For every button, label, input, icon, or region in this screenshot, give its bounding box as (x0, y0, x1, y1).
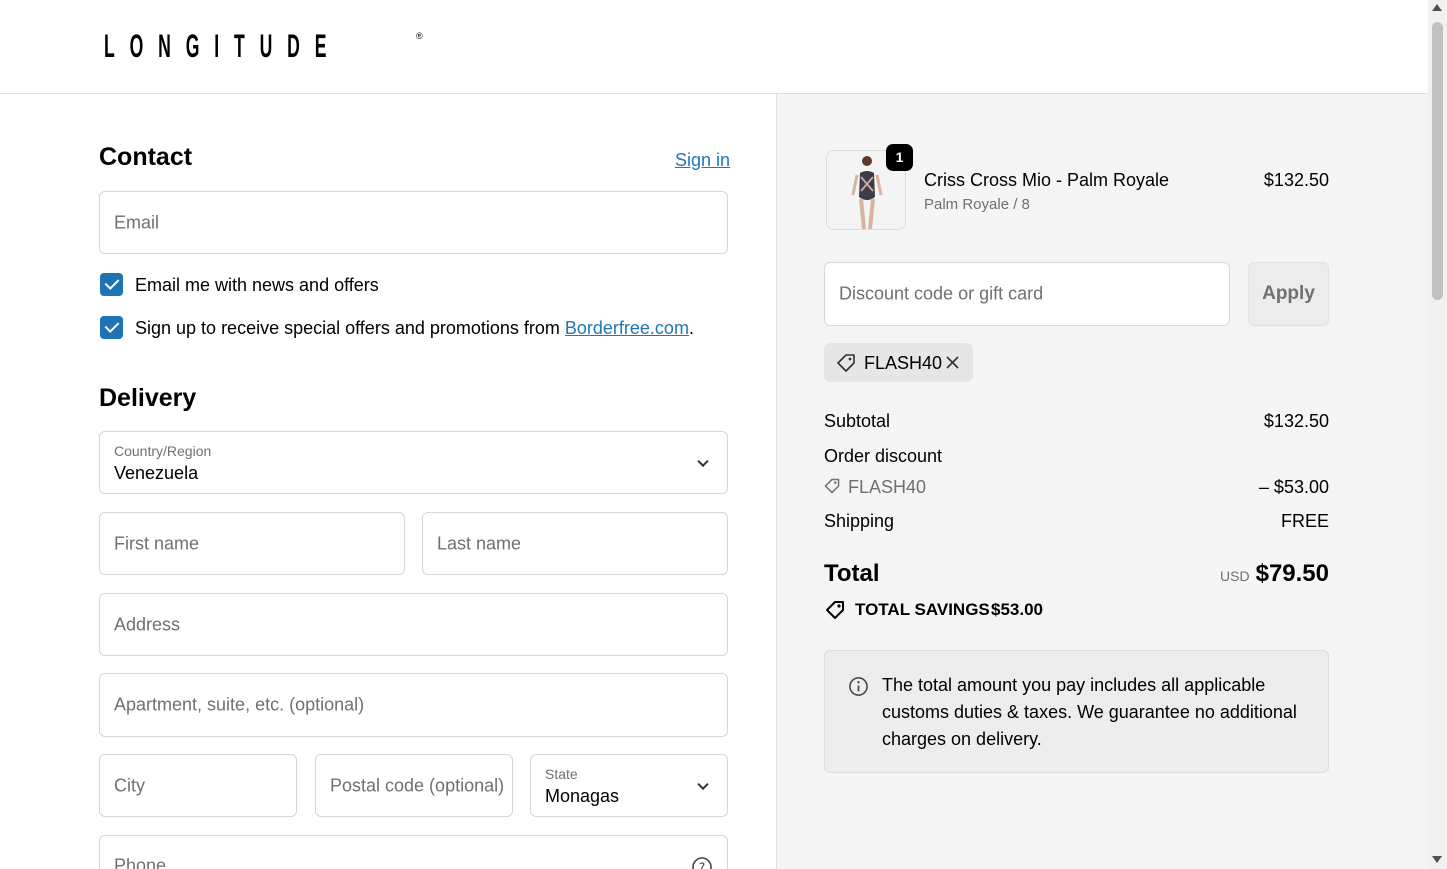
order-discount-label: Order discount (824, 446, 943, 466)
city-placeholder: City (114, 775, 145, 795)
tag-icon (824, 478, 840, 494)
discount-code-input[interactable]: Discount code or gift card (824, 262, 1230, 326)
first-name-placeholder: First name (114, 533, 200, 553)
email-field[interactable]: Email (99, 191, 728, 254)
phone-placeholder: Phone (114, 855, 167, 869)
address-field[interactable]: Address (99, 593, 728, 656)
product-name: Criss Cross Mio - Palm Royale (924, 170, 1170, 190)
scrollbar[interactable] (1428, 0, 1447, 869)
product-price: $132.50 (1263, 170, 1329, 190)
quantity-badge: 1 (886, 144, 913, 171)
header: LONGITUDE ® (0, 0, 1428, 94)
discount-chip: FLASH40 (824, 343, 973, 382)
order-discount-code: FLASH40 (848, 477, 927, 497)
registered-mark: ® (416, 31, 423, 41)
shipping-value: FREE (1280, 511, 1329, 531)
country-value: Venezuela (114, 463, 199, 483)
state-value: Monagas (545, 786, 620, 806)
address-placeholder: Address (114, 614, 181, 634)
total-label: Total (824, 560, 880, 587)
news-checkbox[interactable] (100, 273, 123, 296)
apartment-field[interactable]: Apartment, suite, etc. (optional) (99, 673, 728, 737)
duties-info-box: The total amount you pay includes all ap… (824, 650, 1329, 773)
product-variant: Palm Royale / 8 (924, 196, 1030, 213)
help-icon[interactable]: ? (691, 856, 713, 869)
news-checkbox-label: Email me with news and offers (135, 275, 379, 295)
email-placeholder: Email (114, 212, 160, 232)
offers-text: Sign up to receive special offers and pr… (135, 318, 565, 338)
last-name-field[interactable]: Last name (422, 512, 728, 575)
offers-checkbox[interactable] (100, 316, 123, 339)
subtotal-label: Subtotal (824, 411, 891, 431)
last-name-placeholder: Last name (437, 533, 522, 553)
currency-code: USD (1220, 568, 1250, 584)
info-icon (849, 677, 868, 696)
order-discount-value: – $53.00 (1258, 477, 1329, 497)
total-value: $79.50 (1255, 560, 1329, 587)
savings-tag-icon (826, 601, 844, 619)
scroll-down-arrow-icon[interactable] (1432, 856, 1442, 863)
country-select[interactable]: Country/Region Venezuela (99, 431, 728, 494)
total-savings-value: $53.00 (991, 600, 1043, 619)
chevron-down-icon (697, 778, 709, 790)
shipping-label: Shipping (824, 511, 895, 531)
delivery-heading: Delivery (99, 384, 197, 412)
state-label: State (545, 766, 578, 782)
scrollbar-thumb[interactable] (1432, 22, 1443, 300)
country-label: Country/Region (114, 443, 212, 459)
subtotal-value: $132.50 (1263, 411, 1329, 431)
sign-in-link[interactable]: Sign in (675, 150, 730, 171)
postal-code-field[interactable]: Postal code (optional) (315, 754, 513, 817)
apartment-placeholder: Apartment, suite, etc. (optional) (114, 694, 365, 715)
city-field[interactable]: City (99, 754, 297, 817)
svg-text:?: ? (699, 861, 705, 869)
discount-placeholder: Discount code or gift card (839, 283, 1044, 304)
borderfree-link[interactable]: Borderfree.com (565, 318, 689, 338)
duties-info-text: The total amount you pay includes all ap… (882, 675, 1297, 749)
tag-icon (837, 354, 855, 372)
offers-suffix: . (688, 318, 694, 338)
offers-checkbox-label: Sign up to receive special offers and pr… (135, 318, 694, 339)
phone-field[interactable]: Phone ? (99, 835, 728, 869)
first-name-field[interactable]: First name (99, 512, 405, 575)
apply-button[interactable]: Apply (1248, 262, 1329, 326)
chevron-down-icon (697, 455, 709, 467)
applied-code: FLASH40 (864, 353, 943, 373)
state-select[interactable]: State Monagas (530, 754, 728, 817)
brand-logo[interactable]: LONGITUDE (104, 30, 341, 62)
contact-heading: Contact (99, 143, 193, 171)
total-savings-label: TOTAL SAVINGS (855, 600, 990, 619)
close-icon[interactable] (945, 355, 960, 370)
postal-code-placeholder: Postal code (optional) (330, 775, 505, 795)
scroll-up-arrow-icon[interactable] (1432, 4, 1442, 11)
